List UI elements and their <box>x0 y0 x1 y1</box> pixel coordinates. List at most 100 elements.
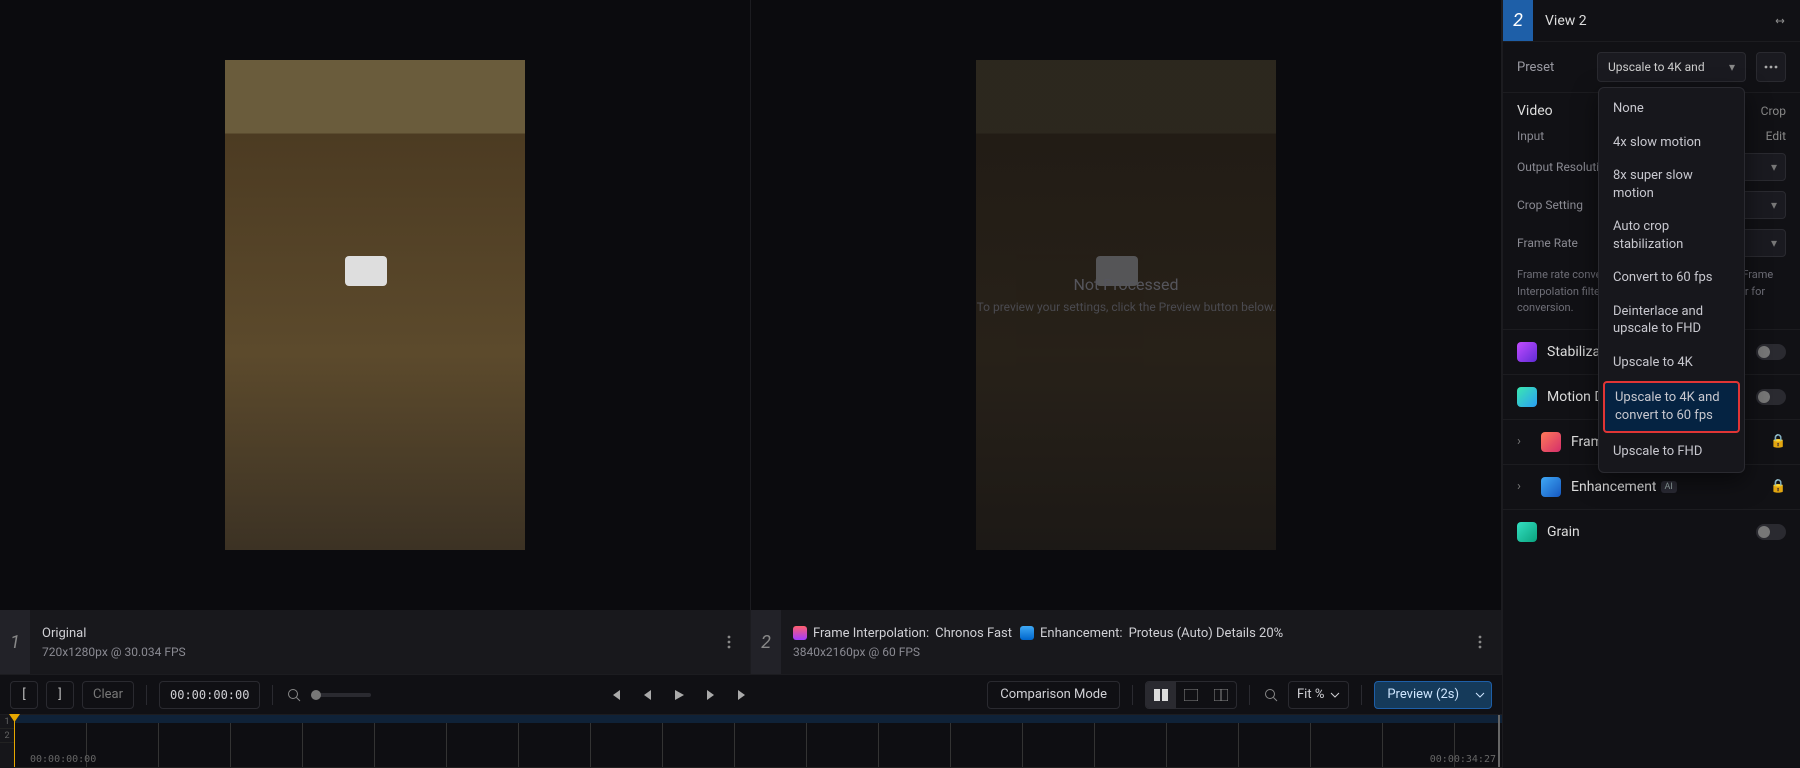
not-processed-subtitle: To preview your settings, click the Prev… <box>751 300 1501 314</box>
zoom-icon[interactable] <box>1262 686 1280 704</box>
chip-label: Frame Interpolation: <box>813 626 929 641</box>
view-index-badge: 1 <box>0 610 30 674</box>
preset-option-upscale-4k-60fps[interactable]: Upscale to 4K and convert to 60 fps <box>1603 381 1740 432</box>
preset-row: Preset Upscale to 4K and ▾ None 4x slow … <box>1503 42 1800 92</box>
chevron-down-icon <box>1330 692 1340 698</box>
crop-link[interactable]: Crop <box>1761 104 1786 118</box>
chevron-right-icon: › <box>1517 479 1531 494</box>
expand-panel-button[interactable] <box>1766 7 1794 35</box>
step-forward-button[interactable] <box>698 682 724 708</box>
transport-bar: [ ] Clear 00:00:00:00 Comparison Mode <box>0 674 1502 714</box>
preset-option-deinterlace-fhd[interactable]: Deinterlace and upscale to FHD <box>1599 295 1744 346</box>
preview-canvas-2[interactable]: Not Processed To preview your settings, … <box>751 0 1501 610</box>
preview-canvas-1[interactable] <box>0 0 750 610</box>
separator <box>1249 685 1250 705</box>
lock-icon: 🔒 <box>1770 434 1786 449</box>
step-back-button[interactable] <box>634 682 660 708</box>
fit-zoom-dropdown[interactable]: Fit % <box>1288 681 1349 709</box>
stabilization-toggle[interactable] <box>1756 344 1786 360</box>
timeline-end-timecode: 00:00:34:27 <box>1430 754 1496 765</box>
preset-option-convert-60fps[interactable]: Convert to 60 fps <box>1599 261 1744 295</box>
preview-footer-2: 2 Frame Interpolation: Chronos Fast Enha… <box>751 610 1501 674</box>
dots-vertical-icon <box>1478 635 1482 649</box>
settings-panel: 2 View 2 Preset Upscale to 4K and ▾ None… <box>1502 0 1800 768</box>
separator <box>1132 685 1133 705</box>
chip-label: Enhancement: <box>1040 626 1123 641</box>
comparison-mode-button[interactable]: Comparison Mode <box>987 681 1120 709</box>
preview-menu-button[interactable] <box>716 629 742 655</box>
playback-controls <box>602 682 756 708</box>
separator <box>146 685 147 705</box>
preview-pane-1: 1 Original 720x1280px @ 30.034 FPS <box>0 0 751 674</box>
motion-deblur-icon <box>1517 387 1537 407</box>
layout-single-button[interactable] <box>1176 682 1206 708</box>
track-label-2: 2 <box>0 729 14 743</box>
settings-panel-header: 2 View 2 <box>1503 0 1800 42</box>
preview-menu-button[interactable] <box>1467 629 1493 655</box>
ai-badge: AI <box>1661 481 1677 493</box>
zoom-slider[interactable] <box>311 693 371 697</box>
mark-out-button[interactable]: ] <box>46 681 74 709</box>
stabilization-icon <box>1517 342 1537 362</box>
active-view-tab[interactable]: 2 <box>1503 0 1533 41</box>
preview-footer-1: 1 Original 720x1280px @ 30.034 FPS <box>0 610 750 674</box>
preset-option-8x-slow[interactable]: 8x super slow motion <box>1599 159 1744 210</box>
clear-marks-button[interactable]: Clear <box>82 681 134 709</box>
interpolation-chip-icon <box>793 626 807 640</box>
mark-in-button[interactable]: [ <box>10 681 38 709</box>
grain-feature-row[interactable]: Grain <box>1503 509 1800 554</box>
timeline-ruler[interactable]: 00:00:00:00 00:00:34:27 <box>14 715 1502 768</box>
go-to-start-button[interactable] <box>602 682 628 708</box>
layout-side-by-side-button[interactable] <box>1146 682 1176 708</box>
preset-option-4x-slow[interactable]: 4x slow motion <box>1599 126 1744 160</box>
preset-label: Preset <box>1517 60 1587 75</box>
playhead[interactable] <box>14 715 15 767</box>
dots-horizontal-icon <box>1764 65 1778 69</box>
preview-button[interactable]: Preview (2s) <box>1374 681 1472 709</box>
grain-toggle[interactable] <box>1756 524 1786 540</box>
video-thumbnail <box>225 60 525 550</box>
dots-vertical-icon <box>727 635 731 649</box>
chevron-down-icon: ▾ <box>1729 60 1735 74</box>
preset-option-upscale-fhd[interactable]: Upscale to FHD <box>1599 435 1744 469</box>
preview-meta: 720x1280px @ 30.034 FPS <box>42 645 704 659</box>
enhancement-icon <box>1541 477 1561 497</box>
separator <box>272 685 273 705</box>
preview-options-dropdown[interactable] <box>1468 681 1492 709</box>
edit-input-link[interactable]: Edit <box>1766 129 1786 143</box>
zoom-out-icon[interactable] <box>285 686 303 704</box>
fit-zoom-label: Fit % <box>1297 687 1324 702</box>
timecode-input[interactable]: 00:00:00:00 <box>159 681 260 709</box>
timeline[interactable]: 1 2 00:00:00:00 00:00:34:27 <box>0 714 1502 768</box>
preview-pane-2: Not Processed To preview your settings, … <box>751 0 1502 674</box>
frame-interpolation-icon <box>1541 432 1561 452</box>
chip-value: Chronos Fast <box>935 626 1012 641</box>
go-to-end-button[interactable] <box>730 682 756 708</box>
layout-split-button[interactable] <box>1206 682 1236 708</box>
grain-label: Grain <box>1547 524 1580 540</box>
play-button[interactable] <box>666 682 692 708</box>
timeline-selection-region <box>14 715 1502 723</box>
not-processed-overlay: Not Processed To preview your settings, … <box>751 275 1501 314</box>
expand-horizontal-icon <box>1772 16 1788 26</box>
preview-title: Original <box>42 626 704 641</box>
motion-deblur-toggle[interactable] <box>1756 389 1786 405</box>
preset-dropdown-menu: None 4x slow motion 8x super slow motion… <box>1598 87 1745 473</box>
layout-segmented-control <box>1145 681 1237 709</box>
preset-option-none[interactable]: None <box>1599 92 1744 126</box>
chip-value: Proteus (Auto) Details 20% <box>1129 626 1284 641</box>
chip-frame-interpolation: Frame Interpolation: Chronos Fast <box>793 626 1012 641</box>
lock-icon: 🔒 <box>1770 479 1786 494</box>
preset-option-auto-crop[interactable]: Auto crop stabilization <box>1599 210 1744 261</box>
preset-option-upscale-4k[interactable]: Upscale to 4K <box>1599 346 1744 380</box>
preview-meta: 3840x2160px @ 60 FPS <box>793 645 1455 659</box>
preset-selected-value: Upscale to 4K and <box>1608 60 1705 74</box>
chevron-right-icon: › <box>1517 434 1531 449</box>
view-index-badge: 2 <box>751 610 781 674</box>
preset-dropdown[interactable]: Upscale to 4K and ▾ None 4x slow motion … <box>1597 52 1746 82</box>
enhancement-chip-icon <box>1020 626 1034 640</box>
preset-more-button[interactable] <box>1756 52 1786 82</box>
chip-enhancement: Enhancement: Proteus (Auto) Details 20% <box>1020 626 1283 641</box>
panel-title: View 2 <box>1533 13 1766 29</box>
timeline-start-timecode: 00:00:00:00 <box>30 754 96 765</box>
